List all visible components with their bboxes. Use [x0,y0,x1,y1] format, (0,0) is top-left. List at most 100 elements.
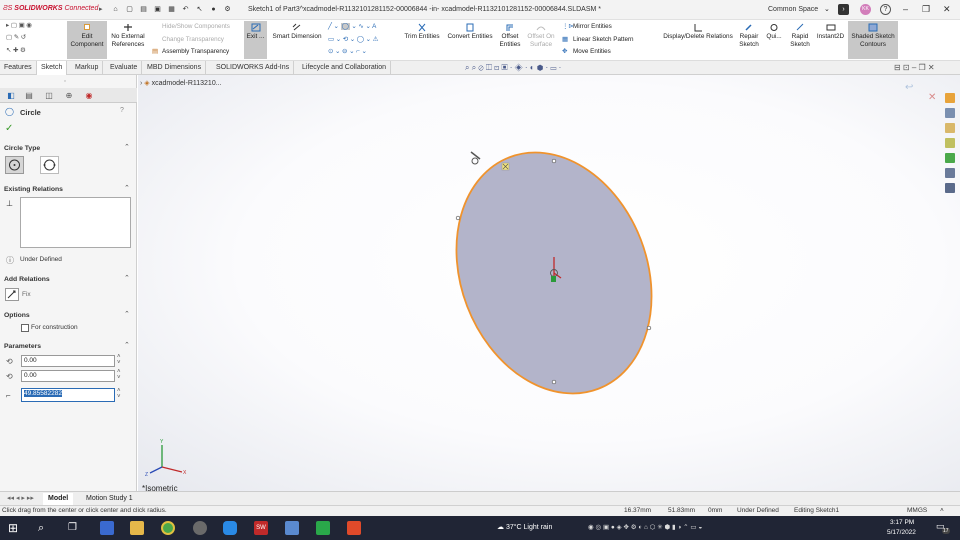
property-manager-tab-icon[interactable]: ▤ [22,90,36,101]
file-explorer-icon[interactable] [945,123,955,133]
quadrant-point[interactable] [455,215,461,221]
select-icon[interactable]: ↖ [194,4,205,15]
new-doc-icon[interactable]: ▢ [124,4,135,15]
file-icon[interactable]: ▢ ✎ ↺ [6,34,26,41]
system-tray-icons[interactable]: ◉ ◎ ▣ ● ◈ ✥ ⚙ ◐ ⌂ ⬡ ✳ ⬢ ▮ ◑ ⌃ ▭ ◒ [588,523,702,531]
perimeter-circle-button[interactable] [40,156,59,174]
radius-input[interactable]: 49.85582282 [21,388,115,402]
display-delete-relations-button[interactable]: Display/Delete Relations [660,23,736,41]
quadrant-point[interactable] [551,158,557,164]
viewport-window-controls[interactable]: ⊟ ⊡ – ❐ ✕ [894,63,935,72]
forum-icon[interactable] [945,183,955,193]
task-view-icon[interactable]: ❐ [68,521,82,535]
quadrant-point[interactable] [551,379,557,385]
repair-sketch-button[interactable]: Repair Sketch [738,23,760,49]
quick-tools-icon[interactable]: ▸ ▢ ▣ ◉ [6,22,32,29]
trim-entities-button[interactable]: Trim Entities [402,23,442,41]
clock-time[interactable]: 3:17 PM [890,519,914,526]
solidworks-resources-icon[interactable] [945,93,955,103]
collapse-caret-icon[interactable]: ⌃ [124,143,130,151]
open-icon[interactable]: ▤ [138,4,149,15]
tab-mbd-dimensions[interactable]: MBD Dimensions [143,61,207,75]
confirmation-corner-icon[interactable]: ↩ [905,82,913,93]
appearances-icon[interactable] [945,153,955,163]
search-icon[interactable]: ⌕ [38,521,52,535]
chevron-down-icon[interactable]: ⌄ [824,5,830,13]
feature-manager-tab-icon[interactable]: ◧ [4,90,18,101]
tab-model[interactable]: Model [43,493,74,505]
sketch-canvas[interactable]: Y X Z [138,75,960,491]
undo-icon[interactable]: ↶ [180,4,191,15]
tab-markup[interactable]: Markup [71,61,104,75]
ok-checkmark-icon[interactable]: ✓ [5,123,13,134]
assembly-transparency-button[interactable]: Assembly Transparency [162,48,229,55]
windows-start-icon[interactable]: ⊞ [8,521,22,535]
move-entities-button[interactable]: Move Entities [573,48,611,55]
units-caret-icon[interactable]: ˄ [940,507,944,514]
slot-tool-icon[interactable]: ⊙ ⌄ ⊖ ⌄ ⌐ ⌄ [328,48,367,55]
exit-sketch-button[interactable]: Exit ... [244,23,267,41]
recorder-icon[interactable] [347,521,361,535]
camtasia-icon[interactable] [316,521,330,535]
app-taskbar-icon[interactable] [285,521,299,535]
tab-solidworks-add-ins[interactable]: SOLIDWORKS Add-Ins [212,61,295,75]
existing-relations-list[interactable] [20,197,131,248]
minimize-icon[interactable]: – [903,4,908,14]
terminal-icon[interactable]: › [838,4,849,15]
no-external-references-button[interactable]: No External References [109,23,147,49]
line-tool-icon[interactable]: ╱ ⌄ ◯ ⌄ ∿ ⌄ A [328,23,376,30]
dimxpert-tab-icon[interactable]: ⊕ [62,90,76,101]
view-palette-icon[interactable] [945,138,955,148]
instant2d-button[interactable]: Instant2D [814,23,847,41]
options-gear-icon[interactable]: ⚙ [222,4,233,15]
rapid-sketch-button[interactable]: Rapid Sketch [788,23,812,49]
radius-spinner[interactable]: ˄ ˅ [117,388,121,400]
fix-relation-button[interactable] [5,288,19,301]
offset-on-surface-button[interactable]: Offset On Surface [526,23,556,49]
center-x-input[interactable]: 0.00 [21,355,115,367]
convert-entities-button[interactable]: Convert Entities [444,23,496,41]
collapse-caret-icon[interactable]: ⌃ [124,274,130,282]
collapse-caret-icon[interactable]: ⌃ [124,341,130,349]
zoom-icon[interactable] [223,521,237,535]
chat-app-icon[interactable] [193,521,207,535]
common-space-label[interactable]: Common Space [768,6,818,13]
close-icon[interactable]: ✕ [943,4,951,15]
rebuild-icon[interactable]: ● [208,4,219,15]
clock-date[interactable]: 5/17/2022 [887,529,916,536]
tab-scroll-arrows[interactable]: ◂◂ ◂ ▸ ▸▸ [2,493,39,505]
smart-dimension-button[interactable]: Smart Dimension [270,23,324,41]
solidworks-logo[interactable]: ƧS SOLIDWORKS Connected [3,5,98,12]
hide-show-components-button[interactable]: Hide/Show Components [162,23,230,30]
shaded-sketch-contours-button[interactable]: Shaded Sketch Contours [848,23,898,49]
weather-widget[interactable]: ☁ 37°C Light rain [497,523,552,531]
quick-snaps-button[interactable]: Qui... [764,23,784,41]
custom-properties-icon[interactable] [945,168,955,178]
configuration-manager-tab-icon[interactable]: ◫ [42,90,56,101]
save-icon[interactable]: ▣ [152,4,163,15]
change-transparency-button[interactable]: Change Transparency [162,36,224,43]
tab-features[interactable]: Features [0,61,37,75]
tab-evaluate[interactable]: Evaluate [106,61,143,75]
for-construction-checkbox[interactable] [21,324,29,332]
design-library-icon[interactable] [945,108,955,118]
solidworks-taskbar-icon[interactable]: SW [254,521,268,535]
collapse-caret-icon[interactable]: ⌃ [124,184,130,192]
menu-arrow-icon[interactable]: ▸ [99,5,103,13]
cancel-corner-icon[interactable]: ✕ [928,92,936,103]
center-radius-circle-button[interactable] [5,156,24,174]
teams-icon[interactable] [100,521,114,535]
restore-icon[interactable]: ❐ [922,4,930,15]
chrome-icon[interactable] [161,521,175,535]
pointer-icon[interactable]: ↖ ✚ ⚙ [6,47,26,54]
print-icon[interactable]: ▦ [166,4,177,15]
help-icon[interactable]: ? [880,4,891,15]
tab-lifecycle-collaboration[interactable]: Lifecycle and Collaboration [298,61,392,75]
collapse-caret-icon[interactable]: ⌃ [124,310,130,318]
file-explorer-taskbar-icon[interactable] [130,521,144,535]
mirror-entities-button[interactable]: Mirror Entities [573,23,612,30]
rectangle-tool-icon[interactable]: ▭ ⌄ ⟲ ⌄ ◯ ⌄ ⚠ [328,36,378,43]
center-x-spinner[interactable]: ˄ ˅ [117,354,121,366]
offset-entities-button[interactable]: Offset Entities [497,23,523,49]
center-y-input[interactable]: 0.00 [21,370,115,382]
